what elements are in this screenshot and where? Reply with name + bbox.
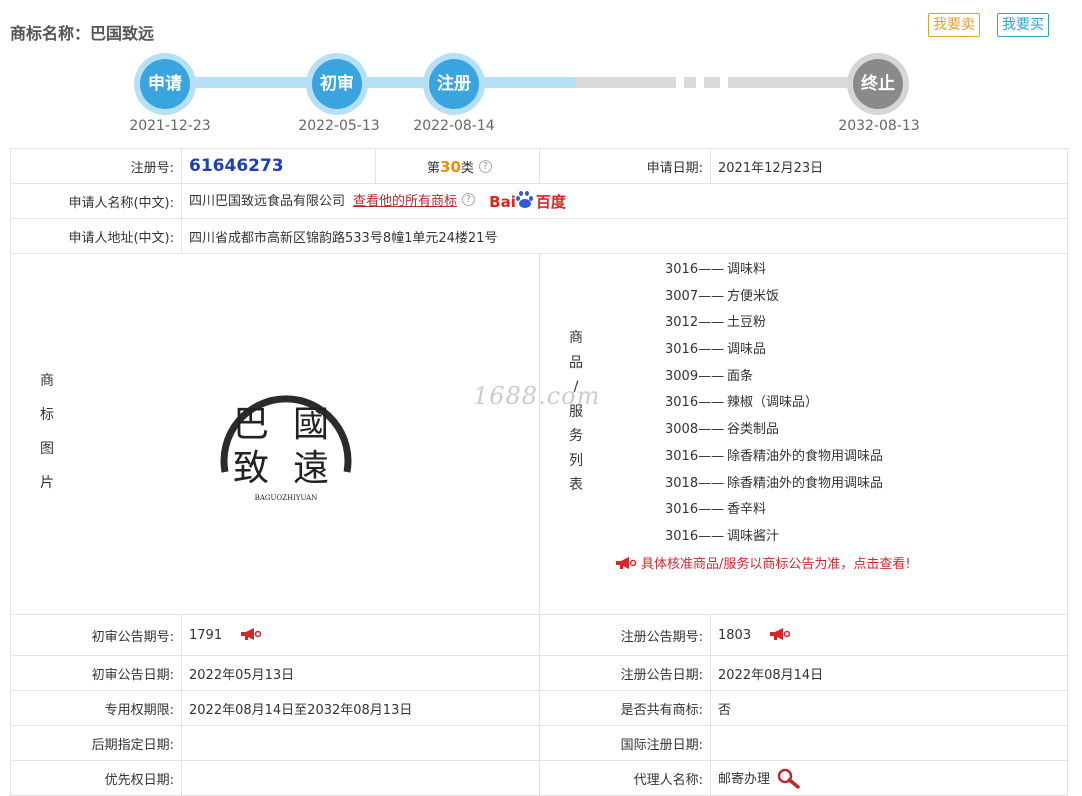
list-item: 3012—— 土豆粉 [665, 315, 767, 331]
timeline-step-label: 初审 [312, 59, 362, 109]
address-label: 申请人地址(中文): [10, 218, 182, 254]
table-row: 初审公告期号: 1791 注册公告期号: 1803 [10, 614, 1068, 656]
later-date-value [181, 725, 540, 761]
table-row: 申请人名称(中文): 四川巴国致远食品有限公司 查看他的所有商标? Bai 百度 [10, 183, 1068, 219]
timeline-date: 2021-12-23 [129, 118, 211, 134]
timeline-step-end: 终止 [847, 53, 909, 115]
list-item: 3016—— 香辛料 [665, 502, 767, 518]
search-icon[interactable] [776, 767, 802, 789]
reg-no-label: 注册号: [10, 148, 182, 184]
help-icon[interactable]: ? [478, 159, 492, 173]
shared-value: 否 [710, 690, 1068, 726]
priority-label: 优先权日期: [10, 760, 182, 796]
timeline-step-label: 申请 [140, 59, 190, 109]
timeline-date: 2022-05-13 [298, 118, 380, 134]
sell-button[interactable]: 我要卖 [928, 13, 980, 37]
list-item: 3008—— 谷类制品 [665, 422, 780, 438]
status-timeline: 申请 初审 注册 终止 2021-12-23 2022-05-13 2022-0… [0, 50, 1082, 140]
timeline-step-label: 注册 [429, 59, 479, 109]
trademark-info-table: 注册号: 61646273 第30类? 申请日期: 2021年12月23日 申请… [10, 148, 1068, 796]
list-item: 3007—— 方便米饭 [665, 288, 780, 304]
image-label-vertical: 商 标 图 片 [40, 373, 54, 491]
exclusive-value: 2022年08月14日至2032年08月13日 [181, 690, 540, 726]
class-cell: 第30类? [375, 148, 540, 184]
view-all-trademarks-link[interactable]: 查看他的所有商标 [353, 194, 457, 209]
agent-cell: 邮寄办理 [710, 760, 1068, 796]
timeline-step-label: 终止 [853, 59, 903, 109]
applicant-label: 申请人名称(中文): [10, 183, 182, 219]
agent-value: 邮寄办理 [718, 772, 771, 787]
apply-date-value: 2021年12月23日 [710, 148, 1068, 184]
trademark-logo: 巴 國 致 遠 BAGUOZHIYUAN [220, 395, 352, 502]
logo-char: 巴 [233, 404, 269, 445]
page-title: 商标名称：巴国致远 [10, 24, 155, 43]
table-row: 优先权日期: 代理人名称: 邮寄办理 [10, 760, 1068, 796]
baidu-paw-icon [515, 191, 536, 209]
shared-label: 是否共有商标: [539, 690, 711, 726]
table-row: 专用权期限: 2022年08月14日至2032年08月13日 是否共有商标: 否 [10, 690, 1068, 726]
table-row: 注册号: 61646273 第30类? 申请日期: 2021年12月23日 [10, 148, 1068, 184]
reg-pub-no-cell: 1803 [710, 614, 1068, 656]
class-number: 30 [440, 157, 461, 176]
list-item: 3016—— 调味酱汁 [665, 528, 780, 544]
table-row: 初审公告日期: 2022年05月13日 注册公告日期: 2022年08月14日 [10, 655, 1068, 691]
timeline-step-apply: 申请 [134, 53, 196, 115]
reg-pub-date-label: 注册公告日期: [539, 655, 711, 691]
applicant-value: 四川巴国致远食品有限公司 [189, 194, 346, 209]
later-date-label: 后期指定日期: [10, 725, 182, 761]
prelim-no-cell: 1791 [181, 614, 540, 656]
agent-label: 代理人名称: [539, 760, 711, 796]
baidu-search-button[interactable]: Bai 百度 [489, 191, 566, 212]
buy-button[interactable]: 我要买 [997, 13, 1049, 37]
prelim-no-label: 初审公告期号: [10, 614, 182, 656]
watermark: 1688.com [473, 382, 601, 410]
apply-date-label: 申请日期: [539, 148, 711, 184]
exclusive-label: 专用权期限: [10, 690, 182, 726]
trademark-image-cell: 商 标 图 片 巴 國 致 遠 BAGUOZHIYUAN 1688.com [10, 253, 599, 615]
list-item: 3016—— 辣椒（调味品） [665, 395, 819, 411]
table-row: 后期指定日期: 国际注册日期: [10, 725, 1068, 761]
help-icon[interactable]: ? [462, 193, 476, 206]
reg-pub-no-value: 1803 [718, 628, 752, 643]
list-item: 3016—— 除香精油外的食物用调味品 [665, 448, 884, 464]
megaphone-icon[interactable] [240, 627, 262, 641]
timeline-progress [165, 77, 575, 88]
list-item: 3009—— 面条 [665, 368, 754, 384]
timeline-date: 2022-08-14 [413, 118, 495, 134]
list-item: 3016—— 调味料 [665, 262, 767, 277]
timeline-step-register: 注册 [423, 53, 485, 115]
reg-no-value: 61646273 [189, 156, 284, 176]
address-value: 四川省成都市高新区锦韵路533号8幢1单元24楼21号 [181, 218, 1068, 254]
timeline-step-prelim: 初审 [306, 53, 368, 115]
timeline-date: 2032-08-13 [838, 118, 920, 134]
goods-services-cell: 商 品 / 服 务 列 表 3016—— 调味料 3007—— 方便米饭 3012—… [539, 253, 1068, 615]
prelim-date-label: 初审公告日期: [10, 655, 182, 691]
list-item: 3016—— 调味品 [665, 342, 767, 358]
prelim-no-value: 1791 [189, 628, 223, 643]
prelim-date-value: 2022年05月13日 [181, 655, 540, 691]
intl-date-value [710, 725, 1068, 761]
table-row: 商 标 图 片 巴 國 致 遠 BAGUOZHIYUAN 1688.com 商 … [10, 253, 1068, 615]
table-row: 申请人地址(中文): 四川省成都市高新区锦韵路533号8幢1单元24楼21号 [10, 218, 1068, 254]
goods-label-vertical: 商 品 / 服 务 列 表 [569, 330, 583, 493]
logo-char: 遠 [293, 448, 329, 489]
goods-note-link[interactable]: 具体核准商品/服务以商标公告为准，点击查看! [615, 553, 1060, 572]
reg-pub-date-value: 2022年08月14日 [710, 655, 1068, 691]
logo-char: 致 [233, 448, 269, 489]
logo-english-text: BAGUOZHIYUAN [255, 494, 318, 502]
goods-list: 3016—— 调味料 3007—— 方便米饭 3012—— 土豆粉 3016—— 调味品… [547, 257, 1060, 551]
megaphone-icon [616, 556, 637, 569]
priority-value [181, 760, 540, 796]
list-item: 3018—— 除香精油外的食物用调味品 [665, 475, 884, 491]
reg-pub-no-label: 注册公告期号: [539, 614, 711, 656]
megaphone-icon[interactable] [769, 627, 791, 641]
intl-date-label: 国际注册日期: [539, 725, 711, 761]
logo-char: 國 [293, 404, 329, 445]
